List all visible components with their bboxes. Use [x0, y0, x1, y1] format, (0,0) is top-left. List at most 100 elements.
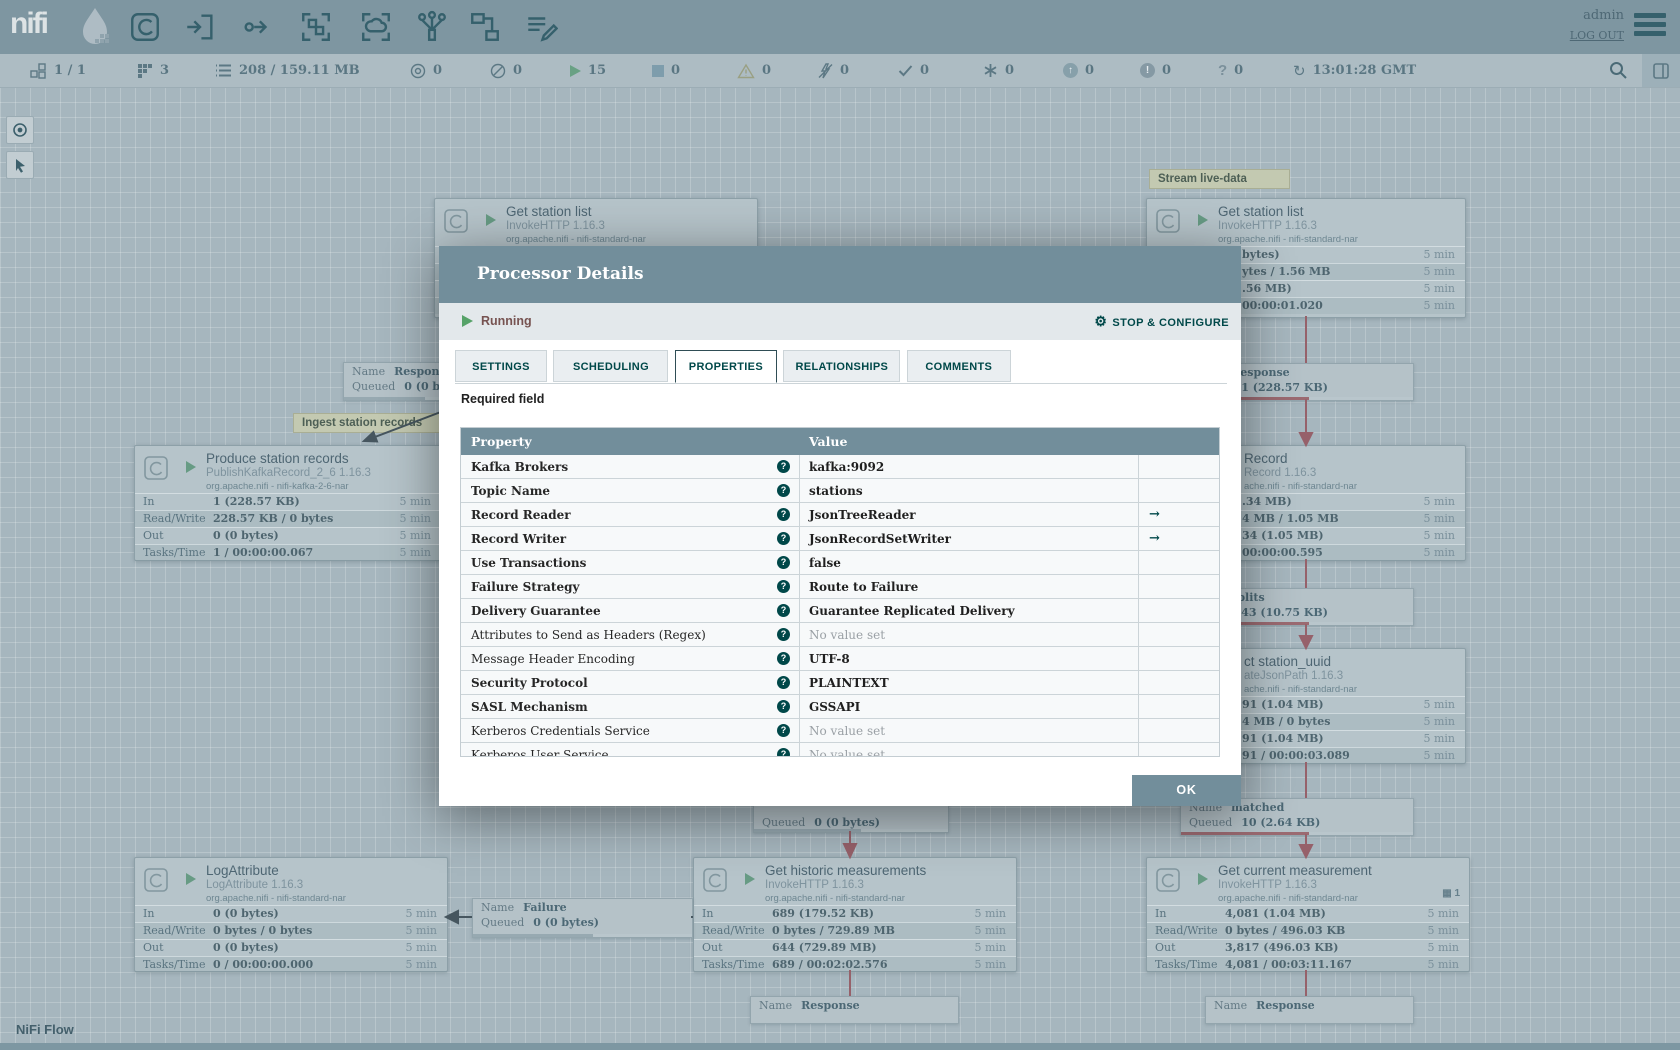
property-row[interactable]: SASL Mechanism? GSSAPI: [461, 695, 1219, 719]
running-icon: [570, 64, 581, 77]
processor-logattribute[interactable]: LogAttribute LogAttribute 1.16.3 org.apach…: [134, 857, 448, 973]
funnel-tool-icon[interactable]: [415, 10, 451, 46]
property-row[interactable]: Kafka Brokers? kafka:9092: [461, 455, 1219, 479]
processor-icon: [1155, 208, 1181, 239]
help-icon[interactable]: ?: [777, 556, 790, 569]
stale-count: ↑ 0: [1063, 54, 1094, 87]
dialog-status-row: Running ⚙ STOP & CONFIGURE: [439, 303, 1241, 340]
last-refresh: ↻ 13:01:28 GMT: [1293, 62, 1417, 80]
remote-process-group-tool-icon[interactable]: [359, 10, 395, 46]
run-state-label: Running: [481, 314, 532, 328]
help-icon[interactable]: ?: [777, 652, 790, 665]
processor-icon: [443, 208, 469, 239]
gear-icon: ⚙: [1094, 313, 1108, 329]
goto-service-icon[interactable]: →: [1149, 503, 1160, 527]
property-row[interactable]: Use Transactions? false: [461, 551, 1219, 575]
property-row[interactable]: Record Writer? JsonRecordSetWriter →: [461, 527, 1219, 551]
processor-tool-icon[interactable]: [128, 10, 164, 46]
help-icon[interactable]: ?: [777, 508, 790, 521]
nifi-drop-icon: [76, 6, 114, 53]
tab-comments[interactable]: COMMENTS: [906, 350, 1011, 382]
help-icon[interactable]: ?: [777, 484, 790, 497]
help-icon[interactable]: ?: [777, 676, 790, 689]
tab-relationships[interactable]: RELATIONSHIPS: [783, 350, 901, 382]
cluster-node-badge: ▦ 1: [1442, 888, 1460, 899]
nifi-app: nifi admin LOG OUT 1 / 1 3 208 / 159.11 …: [0, 0, 1680, 1050]
stopped-count: 0: [652, 54, 680, 87]
running-icon: [1198, 873, 1208, 885]
property-row[interactable]: Delivery Guarantee? Guarantee Replicated …: [461, 599, 1219, 623]
help-icon[interactable]: ?: [777, 700, 790, 713]
processor-get-historic-measurements[interactable]: Get historic measurements InvokeHTTP 1.16…: [693, 857, 1017, 973]
search-icon[interactable]: [1608, 60, 1628, 85]
active-threads: 3: [137, 54, 169, 87]
property-row[interactable]: Security Protocol? PLAINTEXT: [461, 671, 1219, 695]
ok-button[interactable]: OK: [1132, 775, 1241, 806]
locally-modified-stale-icon: !: [1140, 63, 1155, 78]
stopped-icon: [652, 64, 664, 77]
panel-toggle-icon[interactable]: [1642, 54, 1680, 87]
processor-produce-station-records[interactable]: Produce station records PublishKafkaRecor…: [134, 445, 442, 561]
running-icon: [186, 461, 196, 473]
processor-get-current-measurement[interactable]: Get current measurement InvokeHTTP 1.16.3…: [1146, 857, 1470, 973]
required-field-note: Required field: [461, 392, 545, 406]
property-row[interactable]: Failure Strategy? Route to Failure: [461, 575, 1219, 599]
connection-label-failure[interactable]: Name Failure Queued 0 (0 bytes): [472, 898, 693, 938]
property-row[interactable]: Topic Name? stations: [461, 479, 1219, 503]
help-icon[interactable]: ?: [777, 748, 790, 756]
breadcrumb[interactable]: NiFi Flow: [16, 1022, 74, 1037]
process-group-tool-icon[interactable]: [299, 10, 335, 46]
dialog-tabs: SETTINGS SCHEDULING PROPERTIES RELATIONS…: [455, 350, 1227, 384]
input-port-tool-icon[interactable]: [183, 10, 219, 46]
template-tool-icon[interactable]: [468, 10, 504, 46]
tab-settings[interactable]: SETTINGS: [455, 350, 547, 382]
running-icon: [462, 315, 473, 327]
connection-label-response-bottom-right[interactable]: Name Response: [1205, 996, 1414, 1024]
locally-modified-stale-count: ! 0: [1140, 54, 1171, 87]
help-icon[interactable]: ?: [777, 724, 790, 737]
canvas-label-stream-live-data[interactable]: Stream live-data: [1149, 169, 1290, 189]
properties-table: Property Value Kafka Brokers? kafka:9092 …: [460, 427, 1220, 757]
processor-icon: [143, 867, 169, 898]
help-icon[interactable]: ?: [777, 580, 790, 593]
operate-palette-button[interactable]: [6, 151, 34, 179]
logout-link[interactable]: LOG OUT: [1570, 29, 1624, 42]
stop-and-configure-button[interactable]: ⚙ STOP & CONFIGURE: [1094, 303, 1229, 342]
processor-icon: [1155, 867, 1181, 898]
column-value: Value: [809, 434, 848, 449]
disabled-count: 0: [818, 54, 849, 87]
help-icon[interactable]: ?: [777, 604, 790, 617]
not-transmitting-count: 0: [490, 54, 522, 87]
transmitting-count: 0: [410, 54, 442, 87]
running-icon: [486, 214, 496, 226]
property-row[interactable]: Record Reader? JsonTreeReader →: [461, 503, 1219, 527]
property-row[interactable]: Kerberos User Service? No value set: [461, 743, 1219, 756]
processor-icon: [702, 867, 728, 898]
navigate-palette-button[interactable]: [6, 116, 34, 144]
running-icon: [1198, 214, 1208, 226]
property-row[interactable]: Message Header Encoding? UTF-8: [461, 647, 1219, 671]
tab-scheduling[interactable]: SCHEDULING: [553, 350, 669, 382]
sync-failure-count: ? 0: [1218, 62, 1244, 79]
running-icon: [186, 873, 196, 885]
help-icon[interactable]: ?: [777, 628, 790, 641]
goto-service-icon[interactable]: →: [1149, 527, 1160, 551]
user-area: admin LOG OUT: [1570, 8, 1624, 42]
global-menu-icon[interactable]: [1634, 13, 1666, 41]
tab-properties[interactable]: PROPERTIES: [674, 350, 777, 383]
help-icon[interactable]: ?: [777, 532, 790, 545]
column-property: Property: [471, 434, 532, 449]
label-tool-icon[interactable]: [524, 10, 560, 46]
property-row[interactable]: Kerberos Credentials Service? No value se…: [461, 719, 1219, 743]
output-port-tool-icon[interactable]: [240, 10, 276, 46]
help-icon[interactable]: ?: [777, 460, 790, 473]
running-count: 15: [570, 54, 606, 87]
sync-failure-icon: ?: [1218, 62, 1228, 79]
stale-icon: ↑: [1063, 63, 1078, 78]
connection-label-response-bottom-center[interactable]: Name Response: [750, 996, 959, 1024]
cluster-status: 1 / 1: [30, 54, 86, 87]
app-header: nifi admin LOG OUT: [0, 0, 1680, 54]
property-row[interactable]: Attributes to Send as Headers (Regex)? No…: [461, 623, 1219, 647]
dialog-header: Processor Details: [439, 246, 1241, 303]
refresh-icon: ↻: [1293, 62, 1306, 80]
